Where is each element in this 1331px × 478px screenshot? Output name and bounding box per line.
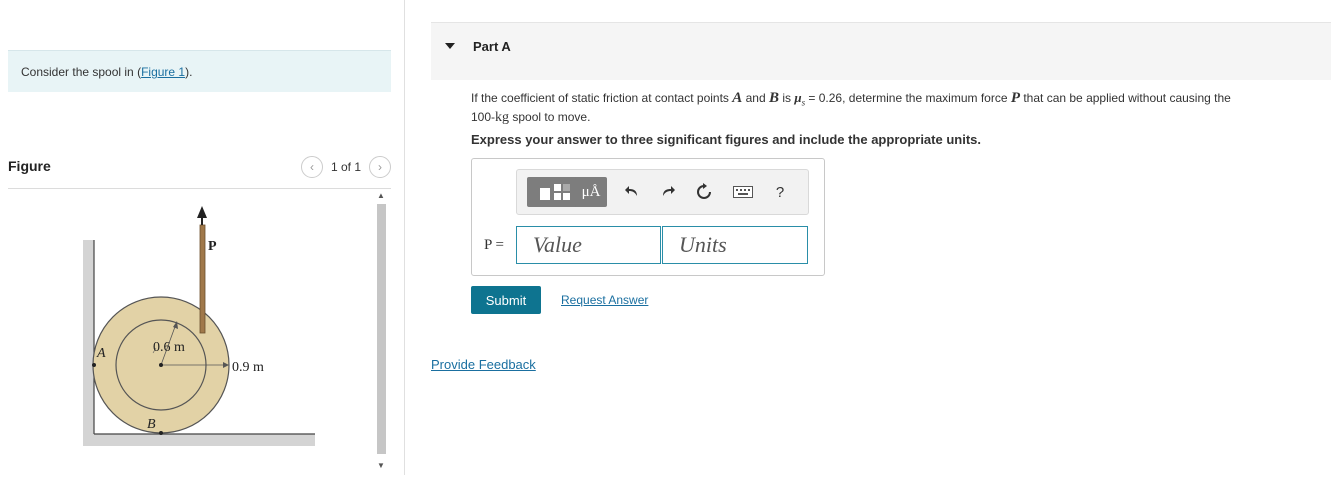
undo-button[interactable] [621,177,643,207]
reset-icon [697,183,711,199]
reset-button[interactable] [693,177,715,207]
inner-radius-label: 0.6 m [153,340,185,355]
units-input[interactable] [662,226,808,264]
collapse-caret-icon[interactable] [445,43,455,49]
provide-feedback-link[interactable]: Provide Feedback [431,357,536,372]
question-seg: If the coefficient of static friction at… [471,91,733,105]
intro-text-before: Consider the spool in ( [21,65,142,79]
spool-figure: P 0.6 m 0.9 m A B [8,190,368,475]
figure-pager: ‹ 1 of 1 › [300,155,391,179]
mass-unit: kg [495,110,510,126]
submit-button[interactable]: Submit [471,286,541,314]
answer-label: P = [484,237,504,253]
redo-icon [663,186,675,196]
request-answer-link[interactable]: Request Answer [561,293,648,307]
scroll-down-icon[interactable]: ▼ [374,460,388,472]
units-button[interactable]: μÅ [575,177,607,207]
answer-instruction: Express your answer to three significant… [471,132,981,147]
keyboard-icon [733,186,753,198]
question-seg: that can be applied without causing the [1020,91,1231,105]
question-seg: = 0.26, determine the maximum force [805,91,1011,105]
value-input[interactable] [516,226,661,264]
wall-hatch [83,240,94,445]
floor-hatch [83,434,315,446]
units-symbol: μÅ [581,183,601,200]
force-arrow-head [197,206,207,218]
prev-figure-button[interactable]: ‹ [300,156,323,178]
intro-box: Consider the spool in (Figure 1). [8,50,391,92]
symbol-b: B [768,90,779,106]
symbol-mu: μ [794,90,802,105]
mass-value: 100- [471,110,496,125]
scroll-thumb[interactable] [377,204,386,454]
left-pane: Consider the spool in (Figure 1). Figure… [0,0,405,475]
intro-text-after: ). [185,65,193,79]
figure-header: Figure ‹ 1 of 1 › [8,155,391,189]
question-seg: and [742,91,769,105]
keyboard-button[interactable] [731,177,755,207]
chevron-left-icon: ‹ [309,160,314,174]
contact-point-b [159,431,163,435]
force-label: P [208,239,217,254]
question-seg: spool to move. [509,110,591,125]
figure-link[interactable]: Figure 1 [141,65,185,79]
next-figure-button[interactable]: › [369,156,391,178]
part-title: Part A [473,39,511,54]
question-seg: is [778,91,795,105]
math-toolbar: μÅ ? [516,169,809,215]
help-icon: ? [775,183,785,201]
answer-box: μÅ ? P = Value Units [471,158,825,276]
intro-text: Consider the spool in (Figure 1). [21,65,192,79]
scroll-up-icon[interactable]: ▲ [374,190,388,202]
figure-scrollbar[interactable]: ▲ ▼ [374,190,388,475]
point-b-label: B [147,417,156,432]
templates-icon [540,184,570,200]
outer-radius-label: 0.9 m [232,360,264,375]
symbol-p: P [1010,90,1021,106]
symbol-a: A [732,90,743,106]
redo-button[interactable] [657,177,679,207]
part-a-header[interactable]: Part A [431,22,1331,80]
contact-point-a [92,363,96,367]
spool-center [159,363,163,367]
spool-diagram: P 0.6 m 0.9 m A B [83,206,315,446]
undo-icon [625,186,637,196]
pager-text: 1 of 1 [330,160,361,174]
help-button[interactable]: ? [769,177,791,207]
figure-title: Figure [8,158,51,174]
question-text: If the coefficient of static friction at… [471,90,1321,125]
point-a-label: A [96,346,106,361]
chevron-right-icon: › [378,160,382,174]
rope [199,224,206,334]
